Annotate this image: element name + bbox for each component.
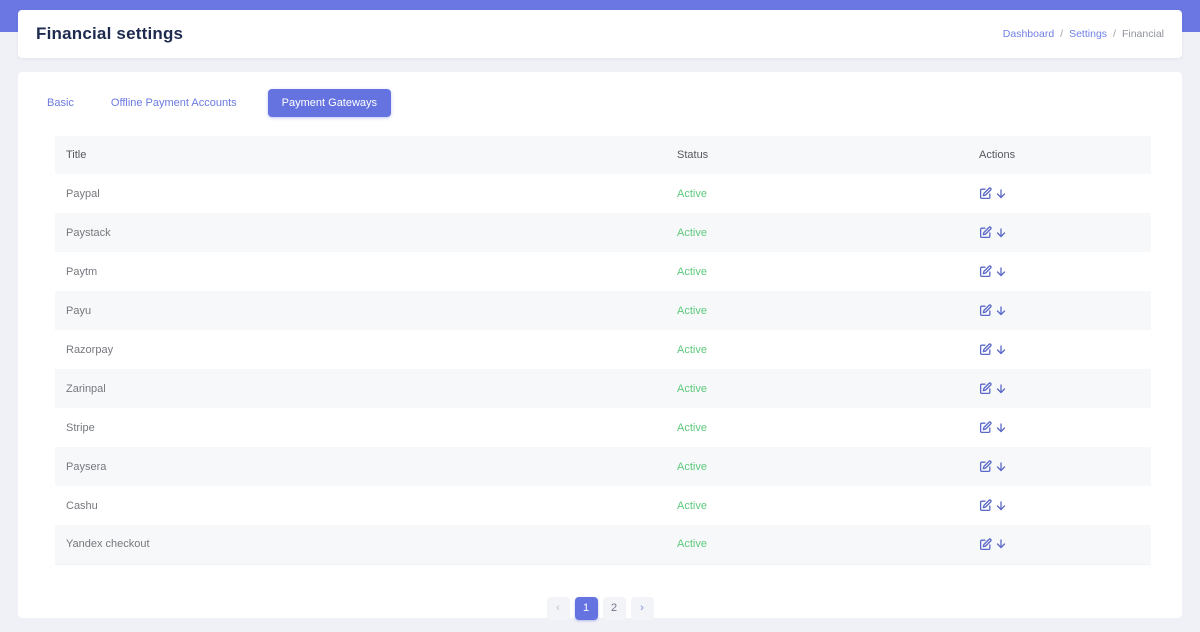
gateway-title: Zarinpal <box>66 382 106 395</box>
settings-card: Basic Offline Payment Accounts Payment G… <box>18 72 1182 620</box>
edit-icon[interactable] <box>979 382 992 395</box>
gateway-title: Paytm <box>66 265 98 278</box>
breadcrumb: Dashboard / Settings / Financial <box>1003 28 1164 40</box>
gateway-title: Payu <box>66 304 92 317</box>
table-row: Paypal Active <box>55 174 1151 213</box>
gateway-title: Yandex checkout <box>66 538 150 551</box>
table-row: Payu Active <box>55 291 1151 330</box>
column-header-actions: Actions <box>979 149 1016 161</box>
gateway-title: Stripe <box>66 421 95 434</box>
table-row: Razorpay Active <box>55 330 1151 369</box>
gateways-table: Title Status Actions Paypal Active Payst… <box>55 136 1151 565</box>
tab-payment-gateways[interactable]: Payment Gateways <box>267 89 392 117</box>
column-header-status: Status <box>677 149 709 161</box>
gateway-title: Razorpay <box>66 343 114 356</box>
breadcrumb-separator: / <box>1060 28 1064 40</box>
download-icon[interactable] <box>995 227 1007 239</box>
status-badge: Active <box>677 460 707 473</box>
pagination-next-button[interactable]: › <box>630 596 654 620</box>
download-icon[interactable] <box>995 305 1007 317</box>
table-row: Cashu Active <box>55 486 1151 525</box>
table-row: Stripe Active <box>55 408 1151 447</box>
download-icon[interactable] <box>995 266 1007 278</box>
edit-icon[interactable] <box>979 187 992 200</box>
gateway-title: Paysera <box>66 460 107 473</box>
page-header: Financial settings Dashboard / Settings … <box>18 10 1182 58</box>
edit-icon[interactable] <box>979 421 992 434</box>
edit-icon[interactable] <box>979 460 992 473</box>
page-title: Financial settings <box>36 24 184 43</box>
edit-icon[interactable] <box>979 226 992 239</box>
tab-offline-payment-accounts[interactable]: Offline Payment Accounts <box>105 89 248 117</box>
status-badge: Active <box>677 343 707 356</box>
download-icon[interactable] <box>995 422 1007 434</box>
download-icon[interactable] <box>995 538 1007 550</box>
download-icon[interactable] <box>995 188 1007 200</box>
status-badge: Active <box>677 499 707 512</box>
edit-icon[interactable] <box>979 265 992 278</box>
download-icon[interactable] <box>995 383 1007 395</box>
status-badge: Active <box>677 421 707 434</box>
status-badge: Active <box>677 265 707 278</box>
table-header-row: Title Status Actions <box>55 136 1151 174</box>
table-body: Paypal Active Paystack Active Paytm Acti… <box>55 174 1151 564</box>
download-icon[interactable] <box>995 461 1007 473</box>
edit-icon[interactable] <box>979 304 992 317</box>
download-icon[interactable] <box>995 500 1007 512</box>
edit-icon[interactable] <box>979 499 992 512</box>
edit-icon[interactable] <box>979 343 992 356</box>
pagination-prev-button[interactable]: ‹ <box>546 596 570 620</box>
table-row: Paystack Active <box>55 213 1151 252</box>
tab-bar: Basic Offline Payment Accounts Payment G… <box>41 89 1182 117</box>
gateways-table-wrap: Title Status Actions Paypal Active Payst… <box>55 136 1151 565</box>
tab-basic[interactable]: Basic <box>41 89 85 117</box>
gateway-title: Paystack <box>66 226 111 239</box>
column-header-title: Title <box>66 149 87 161</box>
table-row: Zarinpal Active <box>55 369 1151 408</box>
pagination-page-1[interactable]: 1 <box>574 596 598 620</box>
gateway-title: Paypal <box>66 187 100 200</box>
breadcrumb-settings[interactable]: Settings <box>1069 28 1107 40</box>
status-badge: Active <box>677 226 707 239</box>
status-badge: Active <box>677 538 707 551</box>
breadcrumb-current: Financial <box>1121 28 1164 40</box>
download-icon[interactable] <box>995 344 1007 356</box>
status-badge: Active <box>677 304 707 317</box>
table-row: Yandex checkout Active <box>55 525 1151 564</box>
pagination: ‹ 1 2 › <box>18 596 1182 620</box>
breadcrumb-dashboard[interactable]: Dashboard <box>1003 28 1054 40</box>
pagination-page-2[interactable]: 2 <box>602 596 626 620</box>
table-row: Paysera Active <box>55 447 1151 486</box>
status-badge: Active <box>677 382 707 395</box>
edit-icon[interactable] <box>979 538 992 551</box>
status-badge: Active <box>677 187 707 200</box>
gateway-title: Cashu <box>66 499 98 512</box>
breadcrumb-separator: / <box>1113 28 1116 40</box>
table-row: Paytm Active <box>55 252 1151 291</box>
